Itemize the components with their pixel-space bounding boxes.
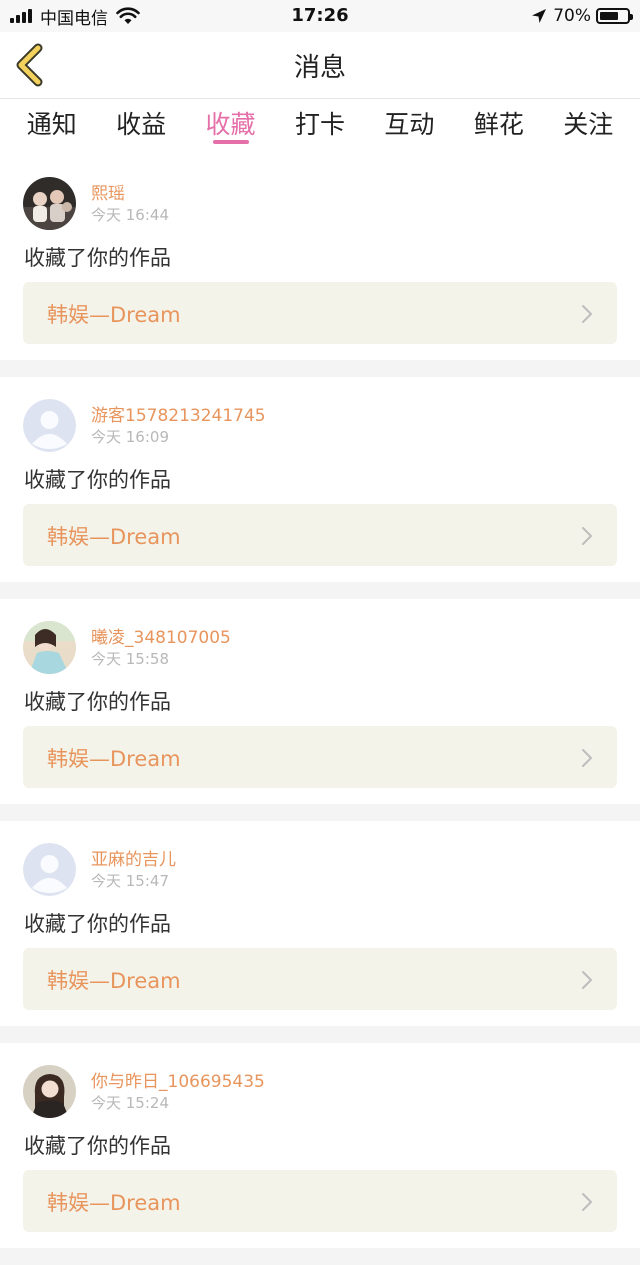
notification-list: 熙瑶 今天 16:44 收藏了你的作品 韩娱—Dream 游客1578213241745… (0, 155, 640, 1265)
notification-card: 曦凌_348107005 今天 15:58 收藏了你的作品韩娱—Dream (0, 599, 640, 804)
tab-checkin[interactable]: 打卡 (275, 99, 364, 155)
timestamp: 今天 16:44 (91, 206, 169, 224)
work-link[interactable]: 韩娱—Dream (23, 726, 617, 788)
battery-fill (600, 12, 619, 20)
timestamp: 今天 15:24 (91, 1094, 169, 1112)
avatar[interactable] (23, 399, 76, 452)
avatar[interactable] (23, 1065, 76, 1118)
page-title: 消息 (293, 53, 346, 83)
battery-percent: 70% (553, 6, 591, 26)
timestamp: 今天 15:47 (91, 872, 169, 890)
action-text: 收藏了你的作品 (24, 690, 171, 714)
work-title: 韩娱—Dream (47, 969, 181, 993)
tab-interaction[interactable]: 互动 (365, 99, 454, 155)
location-arrow-icon (532, 9, 547, 23)
work-title: 韩娱—Dream (47, 1191, 181, 1215)
status-bar: 中国电信 17:26 70% (0, 0, 640, 32)
work-title: 韩娱—Dream (47, 747, 181, 771)
nav-bar: 消息 (0, 32, 640, 99)
action-text: 收藏了你的作品 (24, 1134, 171, 1158)
tab-notice[interactable]: 通知 (7, 99, 96, 155)
notification-card: 熙瑶今天 16:44 收藏了你的作品韩娱—Dream (0, 155, 640, 360)
work-link[interactable]: 韩娱—Dream (23, 504, 617, 566)
notification-card: 你与昨日_106695435 今天 15:24 收藏了你的作品韩娱—Dream (0, 1043, 640, 1248)
notification-card: 游客1578213241745 今天 16:09 收藏了你的作品韩娱—Dream (0, 377, 640, 582)
notification-card: 亚麻的吉儿今天 15:47 收藏了你的作品韩娱—Dream (0, 821, 640, 1026)
work-title: 韩娱—Dream (47, 303, 181, 327)
timestamp: 今天 16:09 (91, 428, 169, 446)
work-title: 韩娱—Dream (47, 525, 181, 549)
chevron-right-icon (582, 305, 592, 323)
avatar[interactable] (23, 177, 76, 230)
work-link[interactable]: 韩娱—Dream (23, 948, 617, 1010)
work-link[interactable]: 韩娱—Dream (23, 282, 617, 344)
status-right: 70% (531, 5, 633, 27)
timestamp: 今天 15:58 (91, 650, 169, 668)
chevron-right-icon (582, 971, 592, 989)
username[interactable]: 曦凌_348107005 (91, 623, 231, 648)
tab-follow[interactable]: 关注 (544, 99, 633, 155)
chevron-right-icon (582, 527, 592, 545)
battery-icon (596, 8, 633, 24)
tab-bar: 通知 收益 收藏 打卡 互动 鲜花 关注 (0, 99, 640, 155)
action-text: 收藏了你的作品 (24, 246, 171, 270)
chevron-right-icon (582, 1193, 592, 1211)
action-text: 收藏了你的作品 (24, 912, 171, 936)
username[interactable]: 游客1578213241745 (91, 401, 266, 426)
avatar[interactable] (23, 621, 76, 674)
tab-favorites[interactable]: 收藏 (186, 99, 275, 155)
avatar[interactable] (23, 843, 76, 896)
username[interactable]: 你与昨日_106695435 (91, 1067, 265, 1092)
tab-earnings[interactable]: 收益 (96, 99, 185, 155)
username[interactable]: 亚麻的吉儿 (91, 845, 176, 870)
username[interactable]: 熙瑶 (91, 179, 125, 204)
chevron-right-icon (582, 749, 592, 767)
work-link[interactable]: 韩娱—Dream (23, 1170, 617, 1232)
action-text: 收藏了你的作品 (24, 468, 171, 492)
tab-flowers[interactable]: 鲜花 (454, 99, 543, 155)
